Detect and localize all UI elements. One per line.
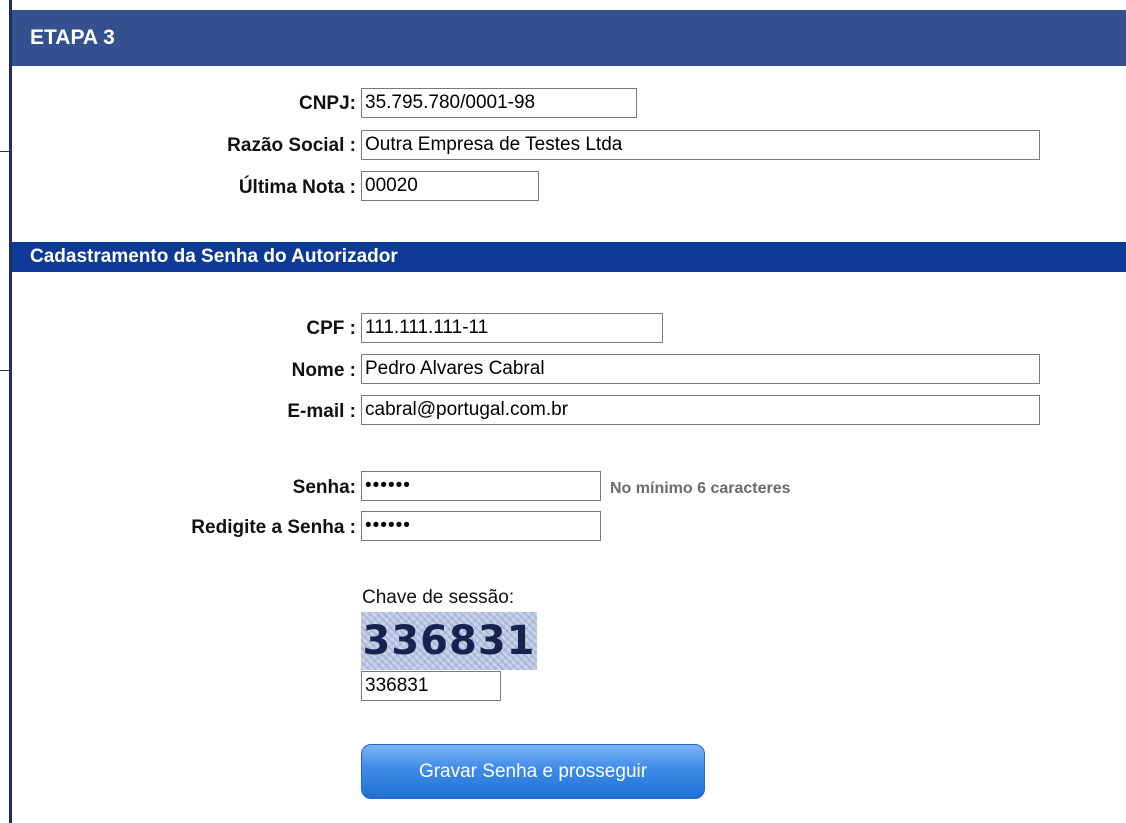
captcha-input[interactable]: [361, 671, 501, 701]
captcha-image: 336831: [361, 612, 537, 670]
razao-social-label: Razão Social :: [227, 135, 356, 156]
redigite-senha-label: Redigite a Senha :: [191, 517, 356, 538]
senha-hint: No mínimo 6 caracteres: [610, 480, 791, 497]
cpf-input[interactable]: [361, 313, 663, 343]
left-tick-mark: [0, 151, 9, 152]
section-title-bar: Cadastramento da Senha do Autorizador: [12, 242, 1126, 272]
nome-input[interactable]: [361, 354, 1040, 384]
razao-social-input[interactable]: [361, 130, 1040, 160]
ultima-nota-input[interactable]: [361, 171, 539, 201]
ultima-nota-label: Última Nota :: [238, 177, 356, 198]
cnpj-input[interactable]: [361, 88, 637, 118]
captcha-image-text: 336831: [362, 618, 536, 664]
redigite-senha-input[interactable]: [361, 511, 601, 541]
senha-label: Senha:: [292, 477, 356, 498]
left-tick-mark: [0, 370, 9, 371]
nome-label: Nome :: [291, 360, 356, 381]
cnpj-label: CNPJ:: [298, 93, 356, 114]
captcha-label: Chave de sessão:: [362, 587, 515, 608]
stage-header: ETAPA 3: [12, 10, 1126, 66]
cpf-label: CPF :: [306, 318, 356, 339]
gravar-senha-button[interactable]: Gravar Senha e prosseguir: [361, 744, 705, 799]
email-label: E-mail :: [287, 401, 356, 422]
senha-input[interactable]: [361, 471, 601, 501]
email-input[interactable]: [361, 395, 1040, 425]
left-border-line: [9, 0, 12, 823]
